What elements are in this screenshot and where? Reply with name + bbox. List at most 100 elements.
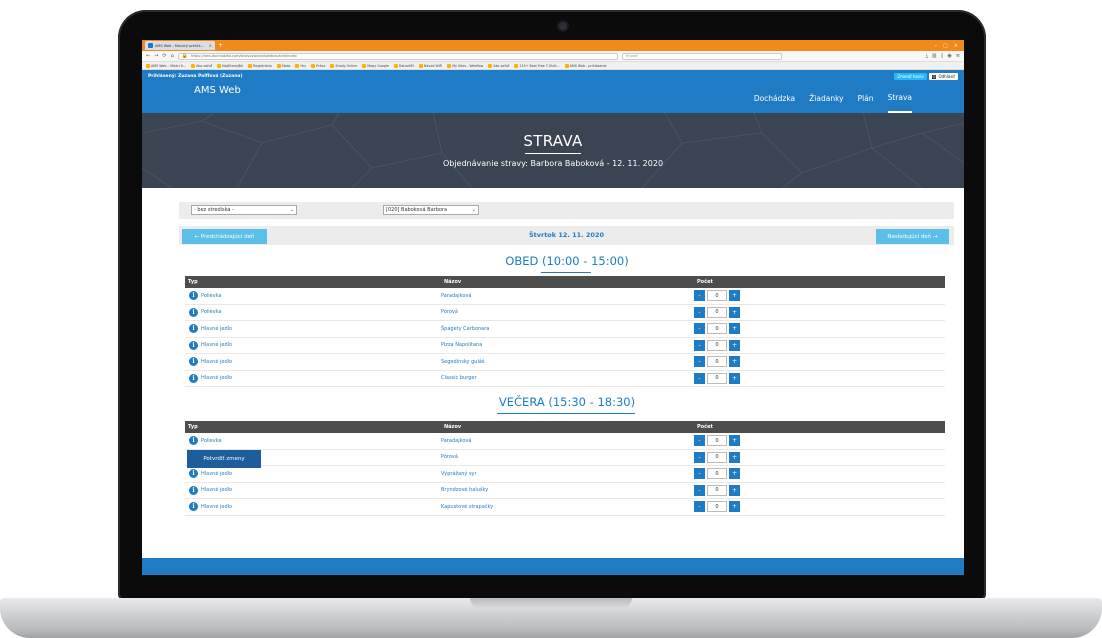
bookmark-item[interactable]: Hry — [295, 63, 306, 68]
browser-tab[interactable]: AMS Web - Moudrý prehľa... × — [145, 41, 215, 50]
minimize-button[interactable]: – — [935, 43, 938, 49]
search-input[interactable]: Hľadať — [621, 52, 782, 60]
quantity-input[interactable]: 0 — [707, 339, 727, 351]
back-icon[interactable]: ← — [146, 53, 150, 59]
logout-button[interactable]: ⏻ Odhlásiť — [928, 73, 958, 80]
new-tab-button[interactable]: + — [218, 42, 223, 49]
row-type-label[interactable]: Hlavné jedlo — [201, 342, 232, 348]
sidebar-icon[interactable]: ▯ — [941, 53, 944, 59]
bookmark-item[interactable]: Ako začať — [488, 63, 509, 68]
nav-ziadanky[interactable]: Žiadanky — [809, 83, 843, 113]
bookmark-item[interactable]: AMS Web - prihlásenie — [564, 63, 607, 68]
employee-select[interactable]: [020] Baboková Barbora ⌄ — [383, 205, 479, 215]
quantity-input[interactable]: 0 — [707, 306, 727, 318]
row-name[interactable]: Špagety Carbonara — [441, 326, 694, 332]
bookmark-item[interactable]: DatovAPI — [393, 63, 414, 68]
decrement-button[interactable]: - — [694, 501, 705, 513]
decrement-button[interactable]: - — [694, 435, 705, 447]
row-name[interactable]: Pizza Napolitana — [441, 342, 694, 348]
decrement-button[interactable]: - — [694, 290, 705, 302]
decrement-button[interactable]: - — [694, 372, 705, 384]
decrement-button[interactable]: - — [694, 356, 705, 368]
row-name[interactable]: Vyprážaný syr — [441, 471, 694, 477]
row-name[interactable]: Pórová — [441, 454, 694, 460]
nav-strava[interactable]: Strava — [887, 83, 912, 113]
increment-button[interactable]: + — [729, 484, 740, 496]
bookmark-item[interactable]: Škola — [276, 63, 290, 68]
quantity-input[interactable]: 0 — [707, 323, 727, 335]
brand-logo[interactable]: AMS Web — [194, 85, 241, 96]
increment-button[interactable]: + — [729, 501, 740, 513]
info-icon[interactable]: i — [189, 291, 198, 301]
row-name[interactable]: Pórová — [441, 309, 694, 315]
decrement-button[interactable]: - — [694, 306, 705, 318]
menu-icon[interactable]: ≡ — [956, 53, 960, 59]
info-icon[interactable]: i — [189, 469, 198, 479]
row-type-label[interactable]: Hlavné jedlo — [201, 375, 232, 381]
info-icon[interactable]: i — [189, 485, 198, 495]
info-icon[interactable]: i — [189, 357, 198, 367]
row-type-label[interactable]: Hlavné jedlo — [201, 471, 232, 477]
info-icon[interactable]: i — [189, 436, 198, 446]
row-type-label[interactable]: Polievka — [201, 438, 222, 444]
next-day-button[interactable]: Nasledujúci deň → — [876, 229, 949, 244]
decrement-button[interactable]: - — [694, 468, 705, 480]
close-window-button[interactable]: × — [954, 43, 958, 49]
increment-button[interactable]: + — [729, 323, 740, 335]
quantity-input[interactable]: 0 — [707, 290, 727, 302]
info-icon[interactable]: i — [189, 340, 198, 350]
row-type-label[interactable]: Hlavné jedlo — [201, 326, 232, 332]
row-name[interactable]: Segedínsky guláš — [441, 359, 694, 365]
decrement-button[interactable]: - — [694, 484, 705, 496]
bookmark-item[interactable]: Registrácia — [248, 63, 272, 68]
url-input[interactable]: 🔒 https://ams.dochadzka.com/stravovanie/… — [177, 52, 618, 60]
row-type-label[interactable]: Polievka — [201, 309, 222, 315]
account-icon[interactable]: ◉ — [947, 53, 951, 59]
forward-icon[interactable]: → — [154, 53, 158, 59]
bookmark-item[interactable]: Ako začať — [191, 63, 212, 68]
bookmark-item[interactable]: Návod WiFi — [418, 63, 442, 68]
library-icon[interactable]: ▥ — [932, 53, 937, 59]
center-select[interactable]: - bez strediska - ⌄ — [191, 205, 297, 215]
quantity-input[interactable]: 0 — [707, 501, 727, 513]
info-icon[interactable]: i — [189, 373, 198, 383]
row-type-label[interactable]: Hlavné jedlo — [201, 359, 232, 365]
download-icon[interactable]: ⤓ — [926, 53, 928, 59]
bookmark-item[interactable]: Mapy Google — [362, 63, 389, 68]
increment-button[interactable]: + — [729, 372, 740, 384]
quantity-input[interactable]: 0 — [707, 356, 727, 368]
decrement-button[interactable]: - — [694, 339, 705, 351]
info-icon[interactable]: i — [189, 307, 198, 317]
bookmark-item[interactable]: Práca — [311, 63, 325, 68]
home-icon[interactable]: ⌂ — [171, 53, 174, 59]
increment-button[interactable]: + — [729, 435, 740, 447]
decrement-button[interactable]: - — [694, 323, 705, 335]
increment-button[interactable]: + — [729, 290, 740, 302]
quantity-input[interactable]: 0 — [707, 372, 727, 384]
nav-dochadzka[interactable]: Dochádzka — [754, 83, 795, 113]
quantity-input[interactable]: 0 — [707, 435, 727, 447]
row-type-label[interactable]: Polievka — [201, 293, 222, 299]
reload-icon[interactable]: ⟳ — [162, 53, 166, 59]
confirm-changes-button[interactable]: Potvrdiť zmeny — [187, 450, 261, 468]
decrement-button[interactable]: - — [694, 451, 705, 463]
quantity-input[interactable]: 0 — [707, 451, 727, 463]
row-name[interactable]: Paradajková — [441, 438, 694, 444]
row-name[interactable]: Paradajková — [441, 293, 694, 299]
row-name[interactable]: Bryndzové halušky — [441, 487, 694, 493]
row-name[interactable]: Classic burger — [441, 375, 694, 381]
increment-button[interactable]: + — [729, 339, 740, 351]
row-name[interactable]: Kapustové strapačky — [441, 504, 694, 510]
increment-button[interactable]: + — [729, 451, 740, 463]
bookmark-item[interactable]: Najčítanejšie — [217, 63, 243, 68]
quantity-input[interactable]: 0 — [707, 468, 727, 480]
change-password-button[interactable]: Zmeniť heslo — [894, 73, 927, 80]
increment-button[interactable]: + — [729, 468, 740, 480]
info-icon[interactable]: i — [189, 502, 198, 512]
bookmark-item[interactable]: AMS Web - Všetci tí... — [146, 63, 186, 68]
bookmark-item[interactable]: My Sites - Webflow — [447, 63, 483, 68]
close-icon[interactable]: × — [209, 43, 212, 48]
bookmark-item[interactable]: Smaly Online — [330, 63, 357, 68]
nav-plan[interactable]: Plán — [858, 83, 874, 113]
row-type-label[interactable]: Hlavné jedlo — [201, 504, 232, 510]
